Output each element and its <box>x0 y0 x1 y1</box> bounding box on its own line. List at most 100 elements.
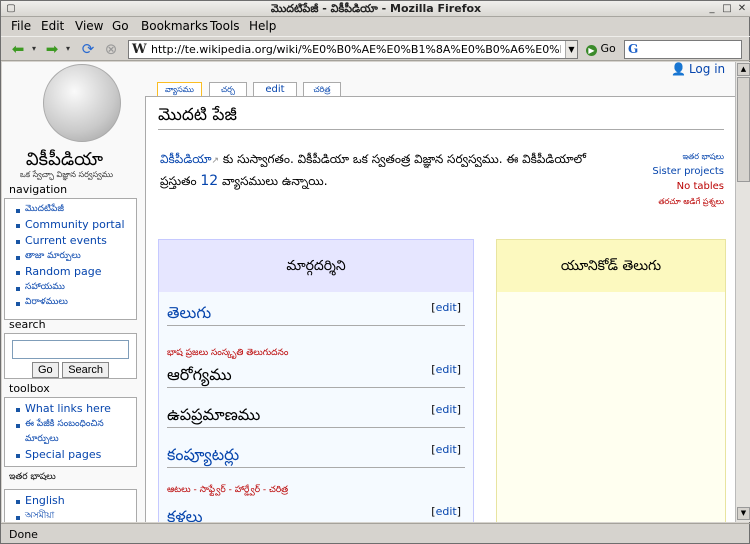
nav-item-recent-changes[interactable]: తాజా మార్పులు <box>15 249 136 264</box>
lang-english[interactable]: English <box>15 493 136 509</box>
browser-window: మొదటిపేజీ - వికీపీడియా - Mozilla Firefox… <box>0 0 750 544</box>
window-title: మొదటిపేజీ - వికీపీడియా - Mozilla Firefox <box>270 2 482 15</box>
nav-item-current-events[interactable]: Current events <box>15 233 136 249</box>
navigation-toolbar: ⬅ ▾ ➡ ▾ ⟳ ⊗ W http://te.wikipedia.org/wi… <box>1 36 750 61</box>
navigation-list: మొదటిపేజీ Community portal Current event… <box>4 198 137 320</box>
stop-icon[interactable]: ⊗ <box>101 40 121 58</box>
login-link[interactable]: 👤 Log in <box>671 62 725 76</box>
tab-edit[interactable]: edit <box>253 82 297 96</box>
nav-item-donations[interactable]: విరాళములు <box>15 295 136 310</box>
intro-text-2a: ప్రస్తుతం <box>160 174 197 188</box>
forward-icon[interactable]: ➡ <box>41 40 63 58</box>
edit-link-label[interactable]: edit <box>436 505 457 518</box>
edit-link[interactable]: [edit] <box>431 403 461 416</box>
toolbox-list: What links here ఈ పేజీకి సంబంధించిన మార్… <box>4 397 137 467</box>
menu-go[interactable]: Go <box>112 19 129 33</box>
tool-special-pages[interactable]: Special pages <box>15 447 136 463</box>
section-subtopics[interactable]: ఆటలు - సాఫ్ట్వేర్ - హార్డ్వేర్ - చరిత్ర <box>167 485 288 497</box>
go-label: Go <box>600 42 616 55</box>
page-title: మొదటి పేజీ <box>158 105 724 130</box>
intro-wikipedia-link[interactable]: వికీపీడియా <box>160 152 212 166</box>
edit-link-label[interactable]: edit <box>436 443 457 456</box>
nav-item-random-page[interactable]: Random page <box>15 264 136 280</box>
title-bar: మొదటిపేజీ - వికీపీడియా - Mozilla Firefox… <box>1 1 750 17</box>
edit-link-label[interactable]: edit <box>436 363 457 376</box>
section-title: ఉపప్రమాణము <box>167 404 465 428</box>
menu-help[interactable]: Help <box>249 19 276 33</box>
section-title[interactable]: తెలుగు <box>167 302 465 326</box>
scroll-up-icon[interactable]: ▲ <box>737 63 750 76</box>
vertical-scrollbar[interactable]: ▲ ▼ <box>735 62 750 522</box>
user-icon: 👤 <box>671 62 686 76</box>
tool-related-changes[interactable]: ఈ పేజీకి సంబంధించిన మార్పులు <box>15 417 120 447</box>
search-engine-box[interactable]: G <box>624 40 742 59</box>
side-link-other-languages[interactable]: ఇతర భాషలు <box>626 149 725 164</box>
external-link-icon: ↗ <box>211 156 220 166</box>
menu-bar: File Edit View Go Bookmarks Tools Help <box>1 17 750 35</box>
login-label: Log in <box>688 62 726 76</box>
languages-list: English অসমীয়া <box>4 489 137 522</box>
side-link-sister-projects[interactable]: Sister projects <box>626 164 724 179</box>
article-count[interactable]: 12 <box>200 173 218 189</box>
guide-box: మార్గదర్శిని తెలుగు [edit] భాష ప్రజలు సం… <box>158 239 474 522</box>
nav-item-main-page[interactable]: మొదటిపేజీ <box>15 202 136 217</box>
menu-view[interactable]: View <box>75 19 103 33</box>
menu-edit[interactable]: Edit <box>41 19 64 33</box>
edit-link-label[interactable]: edit <box>436 403 457 416</box>
menu-tools[interactable]: Tools <box>210 19 240 33</box>
search-body: Go Search <box>4 333 137 379</box>
section-title: ఆరోగ్యము <box>167 364 465 388</box>
close-icon[interactable]: ✕ <box>736 3 748 15</box>
section-title[interactable]: కళలు <box>167 506 465 522</box>
unicode-box-header: యూనికోడ్ తెలుగు <box>497 240 725 292</box>
wiki-go-button[interactable]: Go <box>32 362 59 378</box>
wiki-search-button[interactable]: Search <box>62 362 110 378</box>
url-text[interactable]: http://te.wikipedia.org/wiki/%E0%B0%AE%E… <box>151 43 561 56</box>
page-content: వికీపీడియా ఒక స్వేచ్ఛా విజ్ఞాన సర్వస్వము… <box>2 62 735 522</box>
search-title: search <box>9 318 46 331</box>
scrollbar-thumb[interactable] <box>737 77 750 182</box>
edit-link-label[interactable]: edit <box>436 301 457 314</box>
status-text: Done <box>9 528 38 541</box>
reload-icon[interactable]: ⟳ <box>77 40 99 58</box>
side-link-no-tables[interactable]: No tables <box>626 179 724 194</box>
edit-link[interactable]: [edit] <box>431 363 461 376</box>
google-icon[interactable]: G <box>628 42 638 56</box>
back-dropdown-icon[interactable]: ▾ <box>29 40 39 58</box>
section-title[interactable]: కంప్యూటర్లు <box>167 444 465 468</box>
intro-text-2b: వ్యాసములు ఉన్నాయి. <box>222 174 328 188</box>
nav-item-community-portal[interactable]: Community portal <box>15 217 136 233</box>
edit-link[interactable]: [edit] <box>431 443 461 456</box>
address-bar[interactable]: W http://te.wikipedia.org/wiki/%E0%B0%AE… <box>128 40 578 59</box>
nav-item-help[interactable]: సహాయము <box>15 280 136 295</box>
languages-title: ఇతర భాషలు <box>9 472 56 482</box>
tab-article[interactable]: వ్యాసము <box>157 82 202 96</box>
puzzle-globe-icon <box>43 64 121 142</box>
go-button[interactable]: ▶ Go <box>586 42 616 56</box>
window-menu-icon[interactable]: ▢ <box>5 3 17 15</box>
minimize-icon[interactable]: _ <box>706 3 718 15</box>
tab-discussion[interactable]: చర్చ <box>209 82 247 96</box>
wiki-search-input[interactable] <box>12 340 129 359</box>
menu-bookmarks[interactable]: Bookmarks <box>141 19 208 33</box>
scroll-down-icon[interactable]: ▼ <box>737 507 750 520</box>
edit-link[interactable]: [edit] <box>431 301 461 314</box>
forward-dropdown-icon[interactable]: ▾ <box>63 40 73 58</box>
side-links: ఇతర భాషలు Sister projects No tables తరచూ… <box>626 149 724 209</box>
lang-assamese[interactable]: অসমীয়া <box>15 509 136 522</box>
tool-what-links-here[interactable]: What links here <box>15 401 136 417</box>
maximize-icon[interactable]: □ <box>721 3 733 15</box>
side-link-faq[interactable]: తరచూ అడిగే ప్రశ్నలు <box>626 194 724 209</box>
unicode-box: యూనికోడ్ తెలుగు <box>496 239 726 522</box>
intro-paragraph: వికీపీడియా↗ కు సుస్వాగతం. వికీపీడియా ఒక … <box>160 149 635 191</box>
wiki-logo[interactable]: వికీపీడియా ఒక స్వేచ్ఛా విజ్ఞాన సర్వస్వము <box>7 64 137 184</box>
tab-history[interactable]: చరిత్ర <box>303 82 341 96</box>
back-icon[interactable]: ⬅ <box>7 40 29 58</box>
edit-link[interactable]: [edit] <box>431 505 461 518</box>
menu-file[interactable]: File <box>11 19 31 33</box>
intro-text-1: కు సుస్వాగతం. వికీపీడియా ఒక స్వతంత్ర విజ… <box>222 152 586 166</box>
section-subtopics[interactable]: భాష ప్రజలు సంస్కృతి తెలుగుదనం <box>167 348 288 360</box>
site-favicon-icon: W <box>132 42 147 57</box>
url-dropdown-icon[interactable]: ▼ <box>565 41 577 58</box>
logo-tagline: ఒక స్వేచ్ఛా విజ్ఞాన సర్వస్వము <box>20 170 113 179</box>
